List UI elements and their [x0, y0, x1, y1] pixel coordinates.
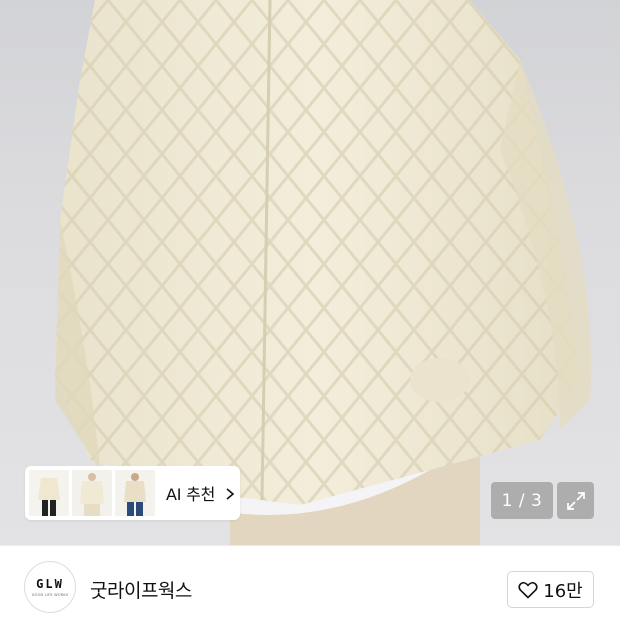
expand-button[interactable] — [557, 482, 594, 519]
heart-icon — [518, 581, 538, 599]
like-count: 16만 — [543, 580, 583, 602]
cardigan-thumb-3[interactable] — [115, 470, 155, 516]
brand-logo[interactable]: GLW GOOD LIFE WORKS — [24, 561, 76, 613]
brand-name[interactable]: 굿라이프웍스 — [90, 576, 192, 603]
sweater-illustration — [55, 0, 592, 545]
image-page-counter: 1 / 3 — [491, 482, 553, 519]
chevron-right-icon — [223, 486, 237, 500]
ai-recommend-card[interactable]: AI 추천 — [25, 466, 240, 520]
ai-recommend-label: AI 추천 — [166, 481, 237, 505]
expand-icon — [566, 491, 585, 510]
brand-logo-sub: GOOD LIFE WORKS — [31, 593, 69, 597]
cardigan-thumb-1[interactable] — [29, 470, 69, 516]
cardigan-thumb-2[interactable] — [72, 470, 112, 516]
brand-logo-mark: GLW — [36, 577, 64, 591]
like-button[interactable]: 16만 — [507, 571, 594, 608]
product-image[interactable] — [0, 0, 620, 545]
